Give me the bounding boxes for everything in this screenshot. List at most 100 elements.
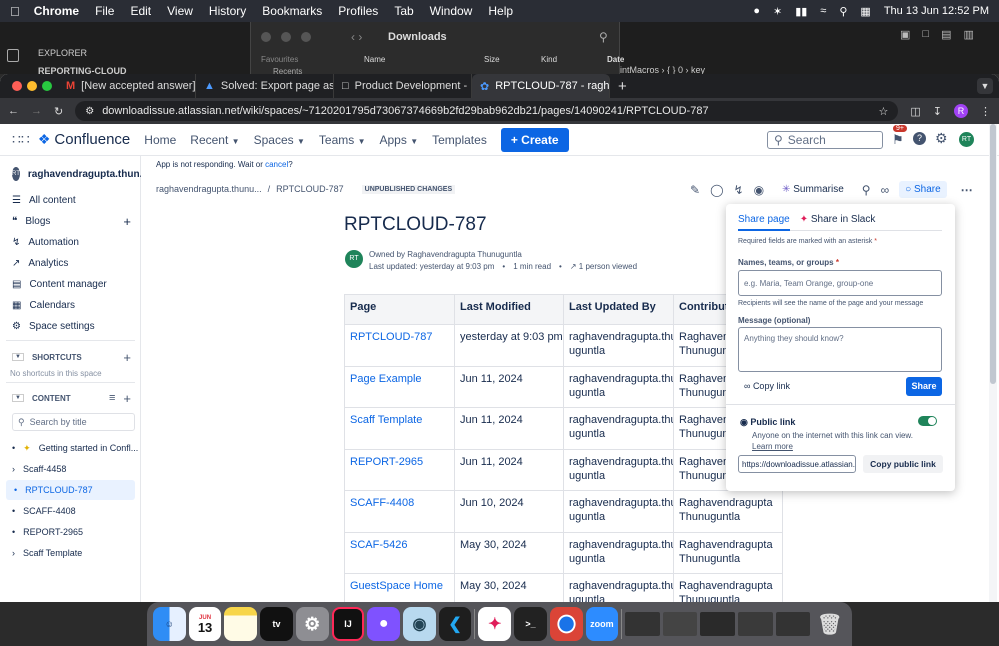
slack-dock-icon[interactable]: ✦	[478, 607, 512, 641]
reload-icon[interactable]: ↻	[54, 105, 63, 118]
tree-item[interactable]: › Scaff Template	[0, 543, 141, 563]
public-url-input[interactable]: https://downloadissue.atlassian.net	[738, 455, 856, 473]
url-bar[interactable]: ⚙ downloadissue.atlassian.net/wiki/space…	[75, 101, 899, 121]
cell-text-line[interactable]: Scaff Template	[350, 414, 449, 426]
page-link-cell[interactable]: REPORT-2965	[344, 448, 455, 491]
share-button[interactable]: ○ Share	[899, 181, 947, 198]
sidebar-item-space-settings[interactable]: ⚙ Space settings	[0, 316, 141, 336]
tree-item[interactable]: › Scaff-4458	[0, 459, 141, 479]
page-link-cell[interactable]: GuestSpace Home	[344, 573, 455, 602]
site-info-icon[interactable]: ⚙	[85, 106, 94, 117]
scrollbar-thumb[interactable]	[990, 124, 996, 384]
restrictions-lock-icon[interactable]: ⚲	[862, 183, 871, 197]
summarise-button[interactable]: ✳ Summarise	[782, 184, 844, 195]
nav-home[interactable]: Home	[144, 133, 176, 147]
names-input[interactable]: e.g. Maria, Team Orange, group-one	[738, 270, 942, 296]
menu-bookmarks[interactable]: Bookmarks	[262, 4, 322, 18]
cell-text-line[interactable]: Page Example	[350, 373, 449, 385]
copy-public-link-button[interactable]: Copy public link	[863, 455, 943, 473]
public-link-toggle[interactable]	[918, 416, 937, 426]
copy-link-button[interactable]: ∞ Copy link	[744, 381, 790, 391]
back-icon[interactable]: ←	[8, 105, 19, 117]
more-actions-icon[interactable]: ⋯	[961, 183, 973, 197]
finder-col-size[interactable]: Size	[484, 55, 500, 64]
bluetooth-icon[interactable]: ✶	[773, 5, 782, 18]
cell-text-line[interactable]: REPORT-2965	[350, 456, 449, 468]
content-section-header[interactable]: ▼ CONTENT ≡ +	[0, 388, 141, 408]
shortcuts-section-header[interactable]: ▼ SHORTCUTS +	[0, 347, 141, 367]
page-link-cell[interactable]: RPTCLOUD-787	[344, 324, 455, 367]
comment-icon[interactable]: ◯	[710, 183, 723, 197]
menu-help[interactable]: Help	[488, 4, 513, 18]
nav-apps[interactable]: Apps ▼	[380, 133, 419, 147]
link-icon[interactable]: ∞	[881, 183, 890, 197]
byline-updated[interactable]: Last updated: yesterday at 9:03 pm	[369, 262, 494, 271]
tree-item[interactable]: • REPORT-2965	[0, 522, 141, 542]
cell-text-line[interactable]: GuestSpace Home	[350, 580, 449, 592]
tree-item[interactable]: • ✦ Getting started in Confl...	[0, 438, 141, 458]
edit-pencil-icon[interactable]: ✎	[690, 183, 700, 197]
downloads-icon[interactable]: ↧	[933, 105, 942, 118]
tab-share-slack[interactable]: ✦ Share in Slack	[800, 214, 876, 230]
sidebar-item-all-content[interactable]: ☰ All content	[0, 190, 141, 210]
tree-item-selected[interactable]: • RPTCLOUD-787	[6, 480, 135, 500]
menu-profiles[interactable]: Profiles	[338, 4, 378, 18]
minimized-window-thumbnail[interactable]	[738, 612, 773, 636]
minimize-window-button[interactable]	[27, 81, 37, 91]
files-icon[interactable]	[7, 49, 19, 62]
page-link-cell[interactable]: Page Example	[344, 365, 455, 408]
page-link-cell[interactable]: SCAFF-4408	[344, 490, 455, 533]
search-input[interactable]: ⚲ Search	[767, 131, 883, 149]
url-text[interactable]: downloadissue.atlassian.net/wiki/spaces/…	[102, 105, 708, 117]
space-header[interactable]: RT raghavendragupta.thun...	[0, 164, 148, 184]
nav-templates[interactable]: Templates	[432, 133, 487, 147]
tab-search-icon[interactable]: ▼	[977, 78, 993, 94]
status-menu-icon[interactable]: ●	[753, 5, 760, 17]
wifi-icon[interactable]: ≈	[820, 5, 826, 17]
menubar-clock[interactable]: Thu 13 Jun 12:52 PM	[884, 5, 989, 17]
sidebar-item-analytics[interactable]: ↗ Analytics	[0, 253, 141, 273]
breadcrumb-page[interactable]: RPTCLOUD-787	[276, 184, 344, 194]
share-submit-button[interactable]: Share	[906, 377, 942, 396]
page-link-cell[interactable]: SCAF-5426	[344, 531, 455, 574]
trash-dock-icon[interactable]: 🗑	[813, 607, 846, 641]
apple-icon[interactable]: 	[10, 4, 20, 19]
menu-window[interactable]: Window	[430, 4, 473, 18]
menu-tab[interactable]: Tab	[394, 4, 413, 18]
user-avatar[interactable]: RT	[959, 132, 974, 147]
github-dock-icon[interactable]: ●	[367, 607, 401, 641]
finder-col-kind[interactable]: Kind	[541, 55, 557, 64]
terminal-dock-icon[interactable]: >_	[514, 607, 547, 641]
browser-tab-active[interactable]: ✿RPTCLOUD-787 - raghavend✕	[472, 74, 610, 98]
cell-text-line[interactable]: RPTCLOUD-787	[350, 331, 449, 343]
learn-more-link[interactable]: Learn more	[752, 442, 793, 451]
filter-icon[interactable]: ≡	[109, 392, 115, 404]
spotlight-icon[interactable]: ⚲	[839, 5, 847, 18]
help-icon[interactable]: ?	[913, 132, 926, 145]
extensions-icon[interactable]: ◫	[910, 105, 920, 118]
byline-views[interactable]: ↗ 1 person viewed	[570, 262, 637, 271]
browser-tab[interactable]: ▲Solved: Export page as PDF✕	[196, 74, 334, 98]
chrome-menu-icon[interactable]: ⋮	[980, 105, 991, 118]
add-content-icon[interactable]: +	[123, 391, 131, 406]
menu-file[interactable]: File	[95, 4, 114, 18]
minimized-window-thumbnail[interactable]	[700, 612, 736, 636]
search-by-title-input[interactable]: ⚲ Search by title	[12, 413, 135, 431]
apple-tv-dock-icon[interactable]: tv	[260, 607, 293, 641]
close-window-button[interactable]	[12, 81, 22, 91]
notes-dock-icon[interactable]	[224, 607, 258, 641]
sidebar-item-blogs[interactable]: ❝ Blogs +	[0, 211, 141, 231]
notice-cancel-link[interactable]: cancel	[265, 160, 288, 169]
calendar-dock-icon[interactable]: JUN 13	[188, 607, 222, 641]
zoom-dock-icon[interactable]: zoom	[585, 607, 619, 641]
page-scrollbar[interactable]	[989, 124, 997, 602]
settings-dock-icon[interactable]: ⚙	[295, 607, 329, 641]
forward-icon[interactable]: →	[31, 105, 42, 117]
page-link-cell[interactable]: Scaff Template	[344, 407, 455, 450]
proxyman-dock-icon[interactable]: ◉	[403, 607, 436, 641]
minimized-window-thumbnail[interactable]	[775, 612, 811, 636]
add-shortcut-icon[interactable]: +	[123, 350, 131, 365]
create-button[interactable]: + Create	[500, 127, 569, 152]
sidebar-item-content-manager[interactable]: ▤ Content manager	[0, 274, 141, 294]
nav-spaces[interactable]: Spaces ▼	[254, 133, 305, 147]
